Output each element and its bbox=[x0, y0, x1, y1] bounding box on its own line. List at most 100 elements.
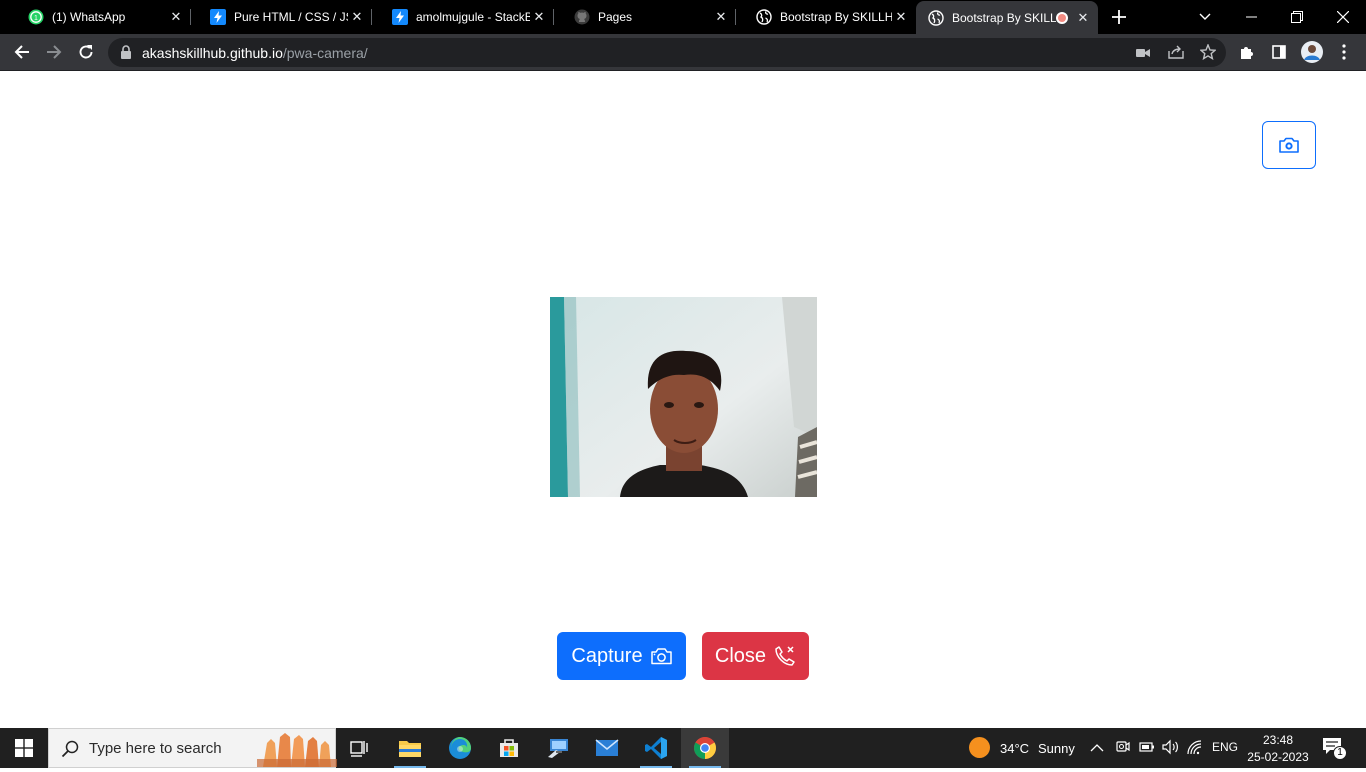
chevron-down-icon bbox=[1199, 13, 1211, 20]
tab-bootstrap-1[interactable]: Bootstrap By SKILLHUB ✕ bbox=[736, 0, 916, 34]
restore-icon bbox=[1291, 11, 1303, 23]
search-placeholder: Type here to search bbox=[89, 740, 222, 757]
close-icon bbox=[1337, 11, 1349, 23]
weather-widget[interactable]: 34°C Sunny bbox=[966, 728, 1075, 768]
edge-browser-icon bbox=[449, 737, 471, 759]
tab-stackblitz-amol[interactable]: amolmujgule - StackBl ✕ bbox=[372, 0, 554, 34]
whatsapp-icon: 1 bbox=[28, 9, 44, 25]
stackblitz-icon bbox=[392, 9, 408, 25]
remote-desktop-icon bbox=[548, 739, 568, 758]
edge-taskbar-button[interactable] bbox=[436, 728, 484, 768]
kebab-menu-icon bbox=[1342, 44, 1346, 60]
reload-button[interactable] bbox=[71, 37, 101, 67]
tab-stackblitz-pure[interactable]: Pure HTML / CSS / JS ( ✕ bbox=[190, 0, 372, 34]
chrome-icon bbox=[694, 737, 716, 759]
remote-desktop-taskbar-button[interactable] bbox=[534, 728, 582, 768]
extensions-button[interactable] bbox=[1232, 37, 1262, 67]
input-language[interactable]: ENG bbox=[1212, 740, 1238, 754]
chrome-taskbar-button[interactable] bbox=[681, 728, 729, 768]
globe-icon bbox=[928, 9, 944, 26]
tab-search-button[interactable] bbox=[1182, 0, 1228, 34]
minimize-icon bbox=[1245, 16, 1257, 18]
capture-button[interactable]: Capture bbox=[557, 632, 686, 680]
store-taskbar-button[interactable] bbox=[485, 728, 533, 768]
switch-camera-button[interactable] bbox=[1262, 121, 1316, 169]
close-window-button[interactable] bbox=[1320, 0, 1366, 34]
windows-logo-icon bbox=[15, 739, 33, 757]
close-button[interactable]: Close bbox=[702, 632, 809, 680]
search-highlight-image bbox=[257, 729, 337, 772]
tab-close-icon[interactable]: ✕ bbox=[1074, 9, 1092, 27]
meet-now-icon[interactable] bbox=[1115, 739, 1131, 760]
tab-close-icon[interactable]: ✕ bbox=[712, 8, 730, 26]
side-panel-icon bbox=[1272, 45, 1286, 59]
start-button[interactable] bbox=[0, 728, 48, 768]
volume-icon[interactable] bbox=[1162, 739, 1180, 760]
tab-close-icon[interactable]: ✕ bbox=[167, 8, 185, 26]
minimize-button[interactable] bbox=[1228, 0, 1274, 34]
notification-center-button[interactable]: 1 bbox=[1322, 737, 1347, 761]
task-view-icon bbox=[350, 741, 368, 757]
forward-button[interactable] bbox=[39, 37, 69, 67]
browser-tab-strip: 1 (1) WhatsApp ✕ Pure HTML / CSS / JS ( … bbox=[0, 0, 1366, 34]
side-panel-button[interactable] bbox=[1264, 37, 1294, 67]
capture-button-label: Capture bbox=[571, 644, 643, 667]
stackblitz-icon bbox=[210, 9, 226, 25]
tab-close-icon[interactable]: ✕ bbox=[348, 8, 366, 26]
vscode-taskbar-button[interactable] bbox=[632, 728, 680, 768]
network-icon[interactable] bbox=[1187, 740, 1205, 761]
mail-taskbar-button[interactable] bbox=[583, 728, 631, 768]
windows-taskbar: Type here to search 34°C Sunny ENG 23:48… bbox=[0, 728, 1366, 768]
camera-icon bbox=[650, 648, 672, 665]
browser-toolbar: akashskillhub.github.io/pwa-camera/ bbox=[0, 34, 1366, 71]
browser-menu-button[interactable] bbox=[1329, 37, 1359, 67]
tab-bootstrap-active[interactable]: Bootstrap By SKILL ✕ bbox=[916, 1, 1098, 34]
tab-title: Bootstrap By SKILL bbox=[952, 10, 1056, 25]
file-explorer-taskbar-button[interactable] bbox=[386, 728, 434, 768]
avatar-icon bbox=[1301, 41, 1323, 63]
microsoft-store-icon bbox=[500, 739, 518, 757]
taskbar-search-box[interactable]: Type here to search bbox=[48, 728, 337, 768]
bookmark-star-icon[interactable] bbox=[1199, 43, 1217, 65]
share-icon[interactable] bbox=[1168, 45, 1184, 64]
weather-condition: Sunny bbox=[1038, 741, 1075, 756]
tab-title: Bootstrap By SKILLHUB bbox=[780, 10, 892, 24]
restore-button[interactable] bbox=[1274, 0, 1320, 34]
close-button-label: Close bbox=[714, 644, 767, 667]
reload-icon bbox=[79, 45, 93, 59]
puzzle-icon bbox=[1241, 47, 1253, 59]
lock-icon[interactable] bbox=[120, 45, 132, 64]
camera-video-feed bbox=[550, 297, 817, 497]
tab-close-icon[interactable]: ✕ bbox=[892, 8, 910, 26]
address-bar[interactable]: akashskillhub.github.io/pwa-camera/ bbox=[108, 38, 1226, 67]
tab-whatsapp[interactable]: 1 (1) WhatsApp ✕ bbox=[8, 0, 191, 34]
tab-title: (1) WhatsApp bbox=[52, 10, 126, 24]
github-icon bbox=[574, 9, 590, 25]
tab-title: Pages bbox=[598, 10, 633, 24]
url-host: akashskillhub.github.io bbox=[142, 45, 283, 61]
camera-icon bbox=[1279, 137, 1299, 153]
clock-date: 25-02-2023 bbox=[1247, 750, 1309, 764]
clock[interactable]: 23:48 25-02-2023 bbox=[1246, 730, 1310, 766]
battery-icon[interactable] bbox=[1139, 740, 1155, 759]
tab-close-icon[interactable]: ✕ bbox=[530, 8, 548, 26]
new-tab-button[interactable] bbox=[1108, 6, 1130, 28]
chevron-up-icon bbox=[1090, 744, 1104, 752]
search-icon bbox=[61, 740, 79, 763]
folder-icon bbox=[399, 741, 421, 757]
mail-icon bbox=[595, 739, 619, 756]
sun-icon bbox=[969, 737, 990, 758]
back-button[interactable] bbox=[7, 37, 37, 67]
plus-icon bbox=[1112, 10, 1126, 24]
profile-avatar[interactable] bbox=[1297, 37, 1327, 67]
recording-indicator-icon bbox=[1056, 11, 1068, 24]
web-page: Capture Close bbox=[0, 71, 1366, 728]
task-view-button[interactable] bbox=[336, 728, 384, 768]
show-hidden-icons-button[interactable] bbox=[1090, 740, 1104, 758]
clock-time: 23:48 bbox=[1262, 733, 1294, 747]
camera-in-use-icon[interactable] bbox=[1136, 46, 1150, 64]
tab-github-pages[interactable]: Pages ✕ bbox=[554, 0, 736, 34]
notification-badge: 1 bbox=[1333, 746, 1347, 760]
phone-hangup-icon bbox=[775, 646, 795, 666]
svg-text:1: 1 bbox=[34, 15, 38, 22]
